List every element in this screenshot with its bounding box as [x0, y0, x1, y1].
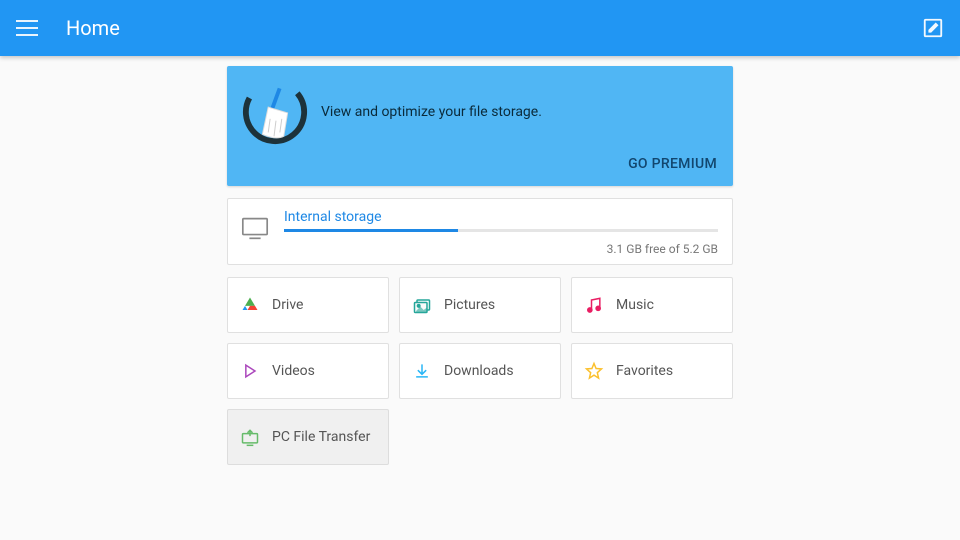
- tile-label: Pictures: [444, 297, 495, 313]
- storage-bar: [284, 229, 718, 232]
- promo-text: View and optimize your file storage.: [321, 104, 542, 120]
- tile-label: Music: [616, 297, 654, 313]
- category-grid: Drive Pictures Music Videos: [227, 277, 733, 465]
- tile-label: Favorites: [616, 363, 673, 379]
- tile-label: Drive: [272, 297, 303, 313]
- videos-icon: [240, 361, 260, 381]
- storage-free-text: 3.1 GB free of 5.2 GB: [284, 242, 718, 256]
- music-icon: [584, 295, 604, 315]
- page-title: Home: [66, 16, 120, 40]
- drive-icon: [240, 295, 260, 315]
- internal-storage-card[interactable]: Internal storage 3.1 GB free of 5.2 GB: [227, 198, 733, 265]
- go-premium-button[interactable]: GO PREMIUM: [628, 156, 717, 172]
- tile-videos[interactable]: Videos: [227, 343, 389, 399]
- tile-pictures[interactable]: Pictures: [399, 277, 561, 333]
- tile-pc-file-transfer[interactable]: PC File Transfer: [227, 409, 389, 465]
- app-toolbar: Home: [0, 0, 960, 56]
- pc-transfer-icon: [240, 427, 260, 447]
- storage-label: Internal storage: [284, 209, 718, 225]
- downloads-icon: [412, 361, 432, 381]
- pictures-icon: [412, 295, 432, 315]
- premium-promo-card[interactable]: View and optimize your file storage. GO …: [227, 66, 733, 186]
- tile-favorites[interactable]: Favorites: [571, 343, 733, 399]
- storage-icon: [240, 213, 270, 243]
- cleaner-icon: [241, 78, 309, 146]
- favorites-icon: [584, 361, 604, 381]
- edit-icon[interactable]: [922, 17, 944, 39]
- tile-label: Downloads: [444, 363, 514, 379]
- tile-label: PC File Transfer: [272, 429, 370, 445]
- storage-bar-fill: [284, 229, 458, 232]
- menu-icon[interactable]: [16, 17, 38, 39]
- tile-drive[interactable]: Drive: [227, 277, 389, 333]
- tile-label: Videos: [272, 363, 315, 379]
- tile-downloads[interactable]: Downloads: [399, 343, 561, 399]
- tile-music[interactable]: Music: [571, 277, 733, 333]
